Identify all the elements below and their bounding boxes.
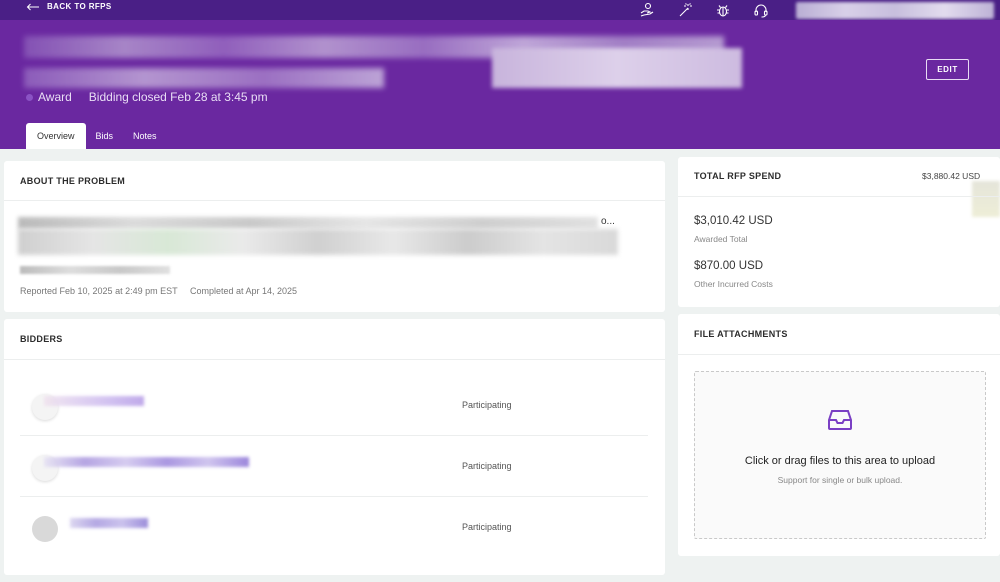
reported-line: Reported Feb 10, 2025 at 2:49 pm EST Com… bbox=[20, 286, 297, 296]
bidder-status: Participating bbox=[462, 400, 512, 410]
hand-coin-icon[interactable] bbox=[638, 1, 656, 19]
status-row: Award Bidding closed Feb 28 at 3:45 pm bbox=[26, 90, 268, 104]
description-ellipsis[interactable]: o... bbox=[601, 216, 615, 227]
file-upload-dropzone[interactable]: Click or drag files to this area to uplo… bbox=[694, 371, 986, 539]
user-menu-redacted[interactable] bbox=[796, 2, 994, 19]
bidding-closed-text: Bidding closed Feb 28 at 3:45 pm bbox=[88, 90, 268, 104]
back-to-rfps-link[interactable]: BACK TO RFPS bbox=[26, 2, 112, 11]
rfp-header: Award Bidding closed Feb 28 at 3:45 pm E… bbox=[0, 20, 1000, 149]
reported-date: Reported Feb 10, 2025 at 2:49 pm EST bbox=[20, 286, 178, 296]
other-costs-amount: $870.00 USD bbox=[694, 260, 764, 272]
about-problem-card: ABOUT THE PROBLEM o... Reported Feb 10, … bbox=[4, 161, 665, 312]
upload-hint: Support for single or bulk upload. bbox=[777, 475, 903, 485]
file-attachments-card: FILE ATTACHMENTS Click or drag files to … bbox=[678, 314, 1000, 556]
other-costs-label: Other Incurred Costs bbox=[694, 279, 773, 289]
problem-description-redacted bbox=[18, 217, 618, 257]
headset-icon[interactable] bbox=[752, 1, 770, 19]
top-icon-group bbox=[638, 0, 770, 20]
bidder-row[interactable]: Participating bbox=[20, 436, 648, 497]
tab-notes[interactable]: Notes bbox=[123, 123, 167, 149]
bidders-title: BIDDERS bbox=[20, 334, 63, 344]
bidder-name-redacted[interactable] bbox=[44, 457, 249, 467]
bug-icon[interactable] bbox=[714, 1, 732, 19]
about-problem-title: ABOUT THE PROBLEM bbox=[20, 176, 126, 186]
bidders-card: BIDDERS Participating Participating Part… bbox=[4, 319, 665, 575]
magic-wand-icon[interactable] bbox=[676, 1, 694, 19]
file-attachments-title: FILE ATTACHMENTS bbox=[694, 329, 788, 339]
bidder-name-redacted[interactable] bbox=[44, 396, 144, 406]
divider bbox=[4, 359, 665, 360]
status-label: Award bbox=[38, 90, 72, 104]
edit-button[interactable]: EDIT bbox=[926, 59, 969, 80]
divider bbox=[678, 196, 1000, 197]
tab-bids[interactable]: Bids bbox=[86, 123, 124, 149]
awarded-total-amount: $3,010.42 USD bbox=[694, 215, 773, 227]
rfp-tabs: Overview Bids Notes bbox=[26, 123, 167, 149]
bidder-row[interactable]: Participating bbox=[20, 375, 648, 436]
total-rfp-spend-card: TOTAL RFP SPEND $3,880.42 USD $3,010.42 … bbox=[678, 157, 1000, 307]
bidder-name-redacted[interactable] bbox=[70, 518, 148, 528]
back-to-rfps-label: BACK TO RFPS bbox=[47, 2, 112, 11]
awarded-total-label: Awarded Total bbox=[694, 234, 748, 244]
spend-side-redacted bbox=[972, 181, 1000, 217]
bidder-row[interactable]: Participating bbox=[20, 497, 648, 558]
bidder-avatar bbox=[32, 516, 58, 542]
divider bbox=[4, 200, 665, 201]
inbox-icon bbox=[828, 410, 852, 430]
divider bbox=[678, 354, 1000, 355]
upload-instruction: Click or drag files to this area to uplo… bbox=[744, 455, 936, 467]
top-bar: BACK TO RFPS bbox=[0, 0, 1000, 20]
problem-reference-redacted bbox=[20, 266, 170, 274]
rfp-title-redacted bbox=[22, 34, 742, 94]
bidder-status: Participating bbox=[462, 461, 512, 471]
bidder-status: Participating bbox=[462, 522, 512, 532]
completed-date: Completed at Apr 14, 2025 bbox=[189, 286, 298, 296]
status-dot-icon bbox=[26, 93, 33, 101]
total-rfp-spend-title: TOTAL RFP SPEND bbox=[694, 171, 782, 181]
tab-overview[interactable]: Overview bbox=[26, 123, 86, 149]
arrow-left-icon bbox=[26, 3, 39, 10]
total-spend-value: $3,880.42 USD bbox=[922, 171, 981, 181]
